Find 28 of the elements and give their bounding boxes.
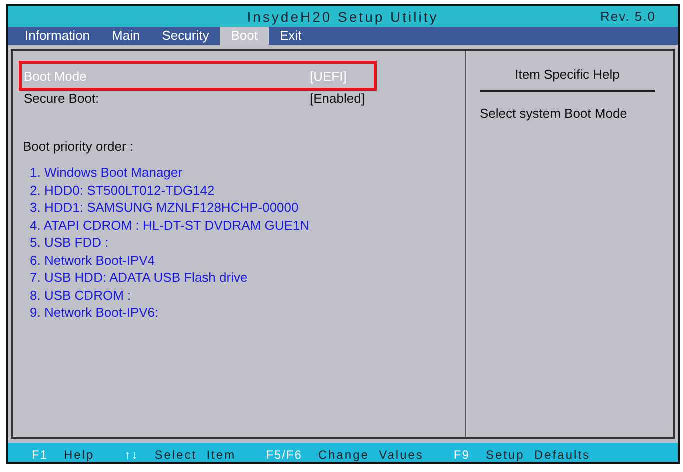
shortcut-key: F1 [32, 448, 48, 462]
shortcut-key: F9 [454, 448, 470, 462]
boot-device-item[interactable]: 7. USB HDD: ADATA USB Flash drive [30, 269, 465, 286]
shortcut-key: F5/F6 [266, 448, 302, 462]
shortcut-action: Help [64, 448, 95, 462]
section-heading: Boot priority order : [23, 139, 135, 154]
boot-device-item[interactable]: 9. Network Boot-IPV6: [30, 304, 465, 322]
boot-device-item[interactable]: 8. USB CDROM : [30, 286, 465, 304]
help-title: Item Specific Help [480, 51, 655, 92]
menu-tab[interactable]: Information [14, 27, 102, 45]
boot-device-item[interactable]: 1. Windows Boot Manager [30, 164, 465, 182]
setting-label[interactable]: Secure Boot: [24, 91, 310, 106]
boot-device-item[interactable]: 5. USB FDD : [30, 234, 465, 252]
help-text: Select system Boot Mode [480, 105, 628, 121]
menu-tab[interactable]: Exit [268, 27, 313, 45]
revision-label: Rev. 5.0 [600, 9, 656, 24]
shortcut-action: Change Values [318, 448, 424, 462]
shortcut-action: Setup Defaults [486, 448, 590, 462]
shortcut-action: Select Item [154, 448, 236, 462]
window-title: InsydeH20 Setup Utility [247, 8, 439, 24]
setting-value[interactable]: [Enabled] [310, 91, 365, 106]
boot-device-item[interactable]: 6. Network Boot-IPV4 [30, 252, 465, 269]
boot-device-item[interactable]: 2. HDD0: ST500LT012-TDG142 [30, 182, 465, 199]
menu-tab[interactable]: Security [151, 27, 220, 45]
menu-tab[interactable]: Main [101, 27, 152, 45]
shortcut-key: ↑↓ [124, 448, 139, 462]
boot-device-item[interactable]: 3. HDD1: SAMSUNG MZNLF128HCHP-00000 [30, 199, 465, 216]
boot-device-item[interactable]: 4. ATAPI CDROM : HL-DT-ST DVDRAM GUE1N [30, 216, 465, 234]
